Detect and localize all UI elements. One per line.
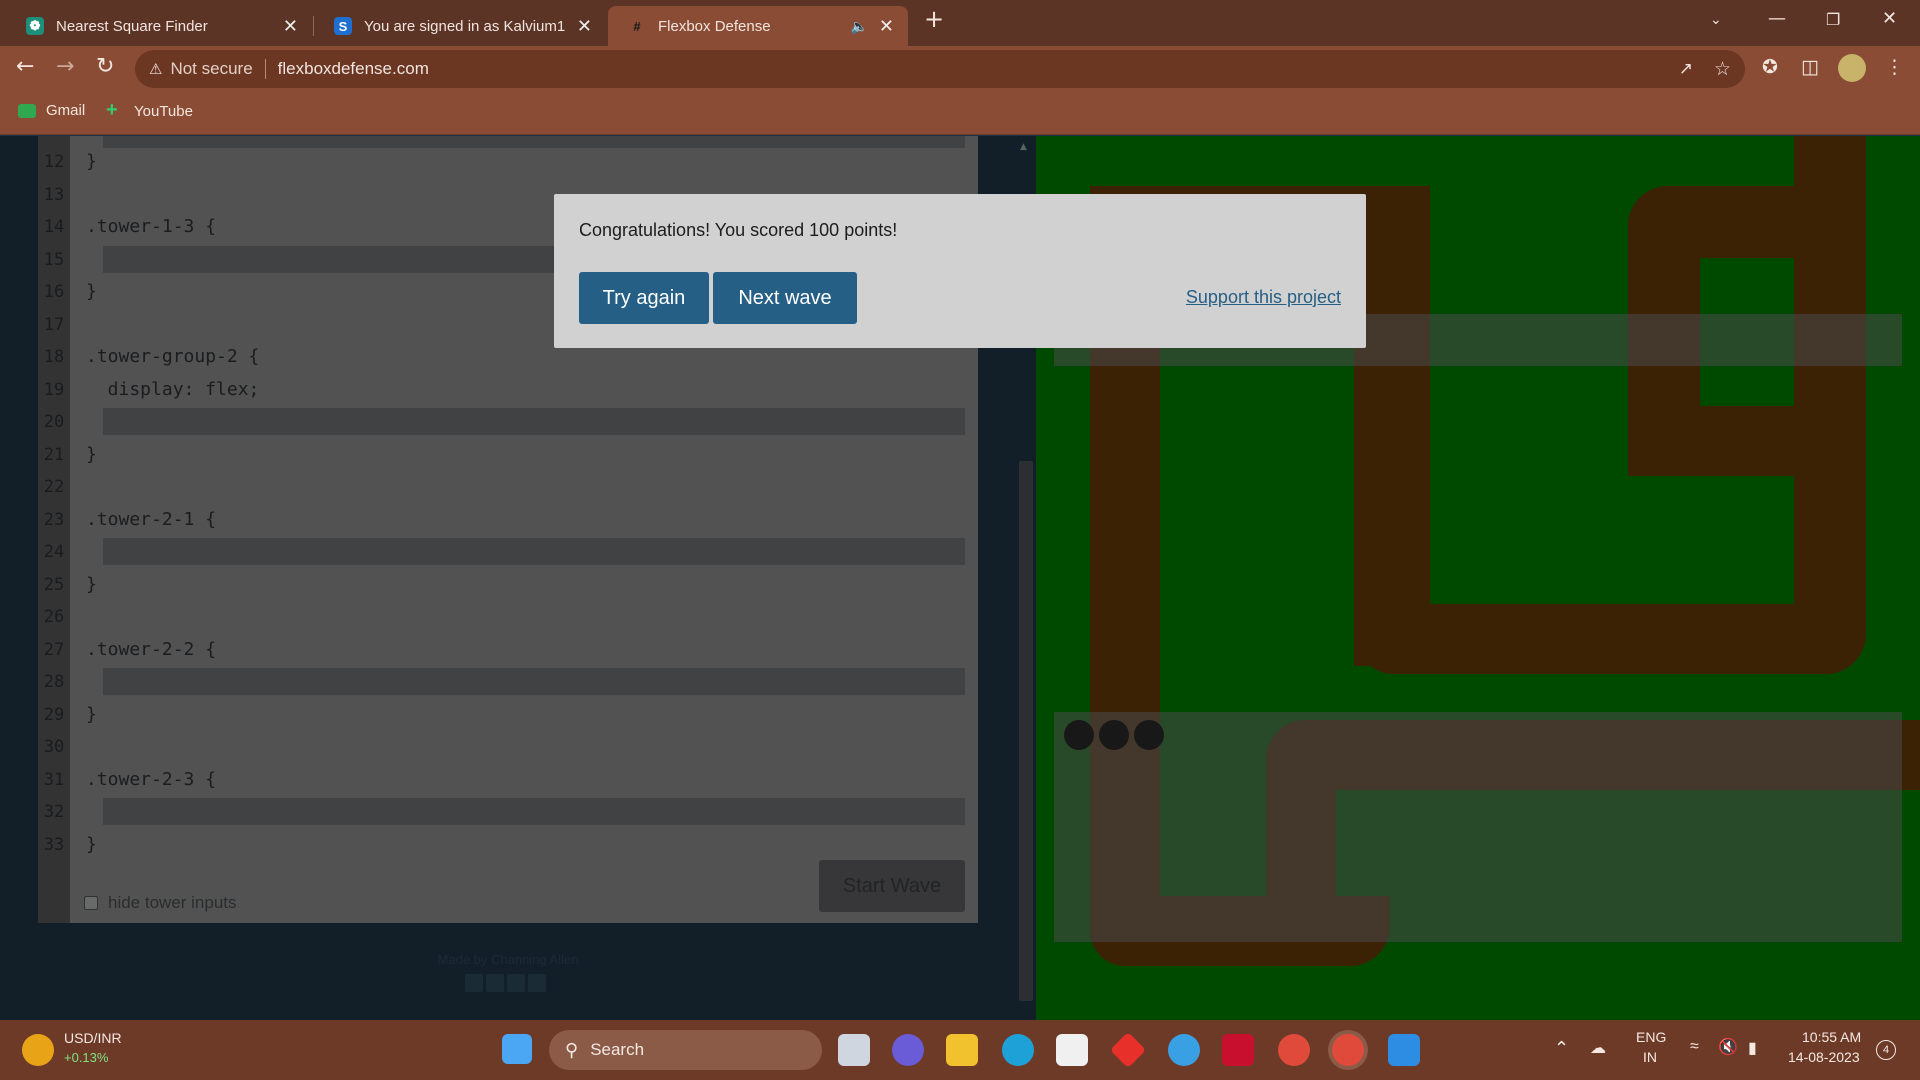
bookmark-label: Gmail <box>46 102 86 119</box>
share-icon[interactable]: ↗ <box>1679 59 1693 79</box>
notepad-icon[interactable] <box>1388 1034 1420 1066</box>
new-tab-icon[interactable]: + <box>924 5 944 33</box>
close-window-icon[interactable]: ✕ <box>1882 8 1897 29</box>
bookmark-star-icon[interactable]: ☆ <box>1714 58 1731 81</box>
ticker-change: +0.13% <box>64 1050 109 1065</box>
tab-nearest-square-finder[interactable]: ❁ Nearest Square Finder ✕ <box>6 6 312 46</box>
s-logo-icon: S <box>334 17 352 35</box>
browser-toolbar: ← → ↻ ⚠ Not secure flexboxdefense.com ↗ … <box>0 46 1920 91</box>
speaker-muted-icon[interactable]: 🔇 <box>1718 1037 1738 1057</box>
chrome-active-icon[interactable] <box>1332 1034 1364 1066</box>
close-icon[interactable]: ✕ <box>577 16 592 37</box>
ticker-name[interactable]: USD/INR <box>64 1030 122 1046</box>
bookmark-gmail[interactable]: Gmail <box>18 102 85 119</box>
bookmark-label: YouTube <box>134 102 193 120</box>
language-top[interactable]: ENG <box>1636 1029 1666 1045</box>
youtube-icon: + <box>106 99 118 121</box>
tab-kalvium[interactable]: S You are signed in as Kalvium1 ✕ <box>314 6 606 46</box>
result-dialog: Congratulations! You scored 100 points! … <box>554 194 1366 348</box>
notification-badge[interactable]: 4 <box>1876 1040 1896 1060</box>
app-bird-icon[interactable] <box>1168 1034 1200 1066</box>
search-icon: ⚲ <box>565 1039 579 1060</box>
windows-taskbar: USD/INR +0.13% ⚲ Search ⌃ ☁ ENG IN ≈ 🔇 ▮… <box>0 1020 1920 1080</box>
mcafee-icon[interactable] <box>1222 1034 1254 1066</box>
profile-avatar[interactable] <box>1838 54 1866 82</box>
restore-icon[interactable]: ❐ <box>1826 10 1840 29</box>
tab-search-chevron-icon[interactable]: ⌄ <box>1710 12 1722 28</box>
result-message: Congratulations! You scored 100 points! <box>579 220 898 240</box>
chatgpt-icon: ❁ <box>26 17 44 35</box>
windows-start-icon[interactable] <box>502 1034 532 1064</box>
tab-flexbox-defense[interactable]: # Flexbox Defense 🔈 ✕ <box>608 6 908 46</box>
language-bottom: IN <box>1643 1049 1657 1065</box>
extensions-icon[interactable]: ✪ <box>1762 56 1778 78</box>
bookmarks-bar: Gmail + YouTube <box>0 91 1920 135</box>
close-icon[interactable]: ✕ <box>283 16 298 37</box>
security-label: Not secure <box>170 59 253 78</box>
task-view-icon[interactable] <box>838 1034 870 1066</box>
side-panel-icon[interactable]: ◫ <box>1801 56 1819 78</box>
tab-title: Flexbox Defense <box>658 17 771 35</box>
onedrive-icon[interactable]: ☁ <box>1590 1038 1606 1058</box>
clock-date: 14-08-2023 <box>1788 1049 1860 1065</box>
close-icon[interactable]: ✕ <box>879 16 894 37</box>
taskbar-search[interactable]: ⚲ Search <box>549 1030 822 1070</box>
clock-time[interactable]: 10:55 AM <box>1802 1029 1861 1045</box>
reload-icon[interactable]: ↻ <box>96 54 114 79</box>
file-explorer-icon[interactable] <box>946 1034 978 1066</box>
edge-icon[interactable] <box>1002 1034 1034 1066</box>
app-diamond-icon[interactable] <box>1109 1031 1147 1069</box>
divider <box>264 59 266 79</box>
ticker-icon <box>22 1034 54 1066</box>
wifi-icon[interactable]: ≈ <box>1690 1038 1699 1056</box>
hash-icon: # <box>633 18 641 34</box>
meet-icon[interactable] <box>892 1034 924 1066</box>
minimize-icon[interactable]: — <box>1768 8 1786 29</box>
show-hidden-icons-chevron-icon[interactable]: ⌃ <box>1554 1038 1569 1059</box>
tab-title: Nearest Square Finder <box>56 17 208 35</box>
forward-icon[interactable]: → <box>56 54 74 79</box>
address-bar[interactable]: ⚠ Not secure flexboxdefense.com ↗ ☆ <box>135 50 1745 88</box>
gmail-icon <box>18 103 36 118</box>
warning-icon: ⚠ <box>149 61 163 78</box>
search-placeholder: Search <box>590 1040 645 1059</box>
tab-strip: ❁ Nearest Square Finder ✕ S You are sign… <box>0 0 1920 46</box>
chrome-profile-icon[interactable] <box>1278 1034 1310 1066</box>
battery-icon[interactable]: ▮ <box>1748 1038 1757 1058</box>
bookmark-youtube[interactable]: + YouTube <box>106 99 193 121</box>
store-icon[interactable] <box>1056 1034 1088 1066</box>
next-wave-button[interactable]: Next wave <box>713 272 857 324</box>
speaker-muted-icon[interactable]: 🔈 <box>851 18 868 35</box>
back-icon[interactable]: ← <box>16 54 34 79</box>
menu-kebab-icon[interactable]: ⋮ <box>1885 56 1904 78</box>
try-again-button[interactable]: Try again <box>579 272 709 324</box>
url-text: flexboxdefense.com <box>277 59 429 78</box>
support-project-link[interactable]: Support this project <box>1186 287 1341 308</box>
tab-title: You are signed in as Kalvium1 <box>364 17 566 35</box>
